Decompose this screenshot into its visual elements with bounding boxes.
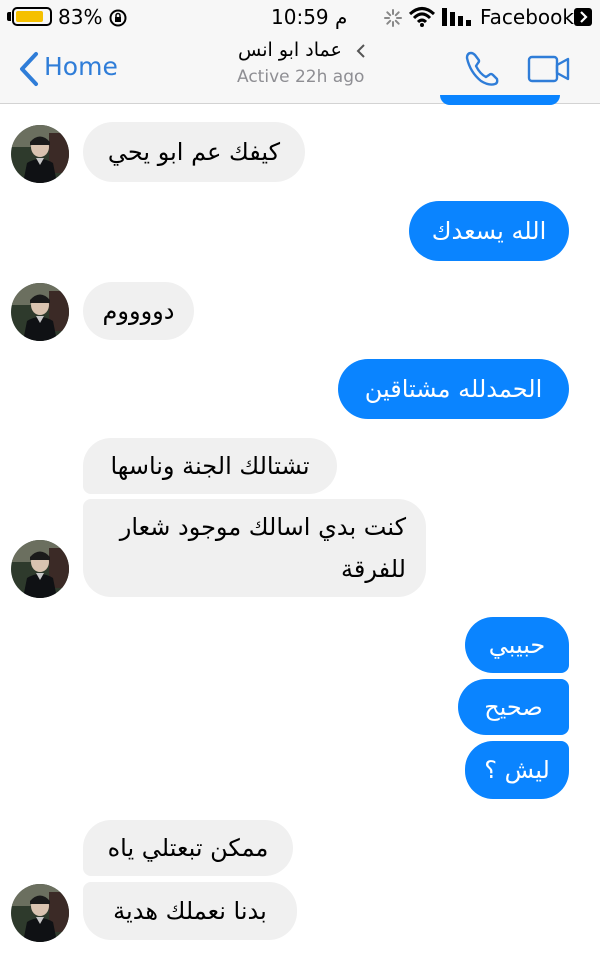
contact-avatar[interactable] xyxy=(11,125,69,183)
activity-spinner-icon xyxy=(384,9,402,27)
chevron-left-small-icon[interactable] xyxy=(356,43,366,59)
orientation-lock-icon xyxy=(109,9,127,27)
outgoing-message-bubble[interactable]: حبيبي xyxy=(465,617,569,673)
outgoing-message-bubble[interactable]: الحمدلله مشتاقين xyxy=(338,359,569,419)
message-text: صحيح xyxy=(484,693,543,721)
message-text: ممكن تبعتلي ياه xyxy=(107,834,269,862)
outgoing-message-bubble[interactable]: صحيح xyxy=(458,679,569,735)
battery-level-fill xyxy=(16,11,43,22)
message-text-line-2: للفرقة xyxy=(341,555,406,583)
outgoing-message-bubble[interactable]: ليش ؟ xyxy=(465,741,569,799)
signal-bars-icon xyxy=(442,8,471,26)
incoming-message-bubble[interactable]: دووووم xyxy=(83,282,194,340)
outgoing-message-bubble[interactable]: الله يسعدك xyxy=(409,201,569,261)
contact-avatar[interactable] xyxy=(11,884,69,942)
message-text: كيفك عم ابو يحي xyxy=(107,138,281,166)
message-text: دووووم xyxy=(102,297,175,325)
back-to-app-icon[interactable] xyxy=(574,8,592,26)
carrier-name: Facebook xyxy=(480,5,574,29)
conversation-header: Home عماد ابو انس Active 22h ago xyxy=(0,34,600,104)
battery-percentage: 83% xyxy=(58,5,103,29)
incoming-message-bubble[interactable]: تشتالك الجنة وناسها xyxy=(83,438,337,494)
message-text: حبيبي xyxy=(488,631,546,659)
incoming-message-bubble[interactable]: بدنا نعملك هدية xyxy=(83,882,297,940)
incoming-message-bubble[interactable]: كيفك عم ابو يحي xyxy=(83,122,305,182)
previous-message-edge xyxy=(440,95,560,105)
contact-name[interactable]: عماد ابو انس xyxy=(238,39,342,61)
clock: 10:59 م xyxy=(271,5,348,29)
battery-icon xyxy=(12,7,52,26)
incoming-message-bubble[interactable]: ممكن تبعتلي ياه xyxy=(83,820,293,876)
contact-status: Active 22h ago xyxy=(237,67,365,87)
message-text: ليش ؟ xyxy=(484,756,550,784)
status-bar: 83% 10:59 م Facebook xyxy=(0,0,600,34)
contact-avatar[interactable] xyxy=(11,283,69,341)
incoming-message-bubble[interactable]: كنت بدي اسالك موجود شعار للفرقة xyxy=(83,499,426,597)
message-text: تشتالك الجنة وناسها xyxy=(110,452,310,480)
message-text-line-1: كنت بدي اسالك موجود شعار xyxy=(119,513,406,541)
battery-tip xyxy=(7,12,11,21)
message-text: الله يسعدك xyxy=(431,217,547,245)
video-camera-icon[interactable] xyxy=(526,54,572,84)
wifi-icon xyxy=(408,7,436,27)
message-text: بدنا نعملك هدية xyxy=(113,897,267,925)
contact-avatar[interactable] xyxy=(11,540,69,598)
home-back-button[interactable]: Home xyxy=(44,52,118,81)
message-text: الحمدلله مشتاقين xyxy=(364,375,543,403)
phone-icon[interactable] xyxy=(462,50,504,88)
